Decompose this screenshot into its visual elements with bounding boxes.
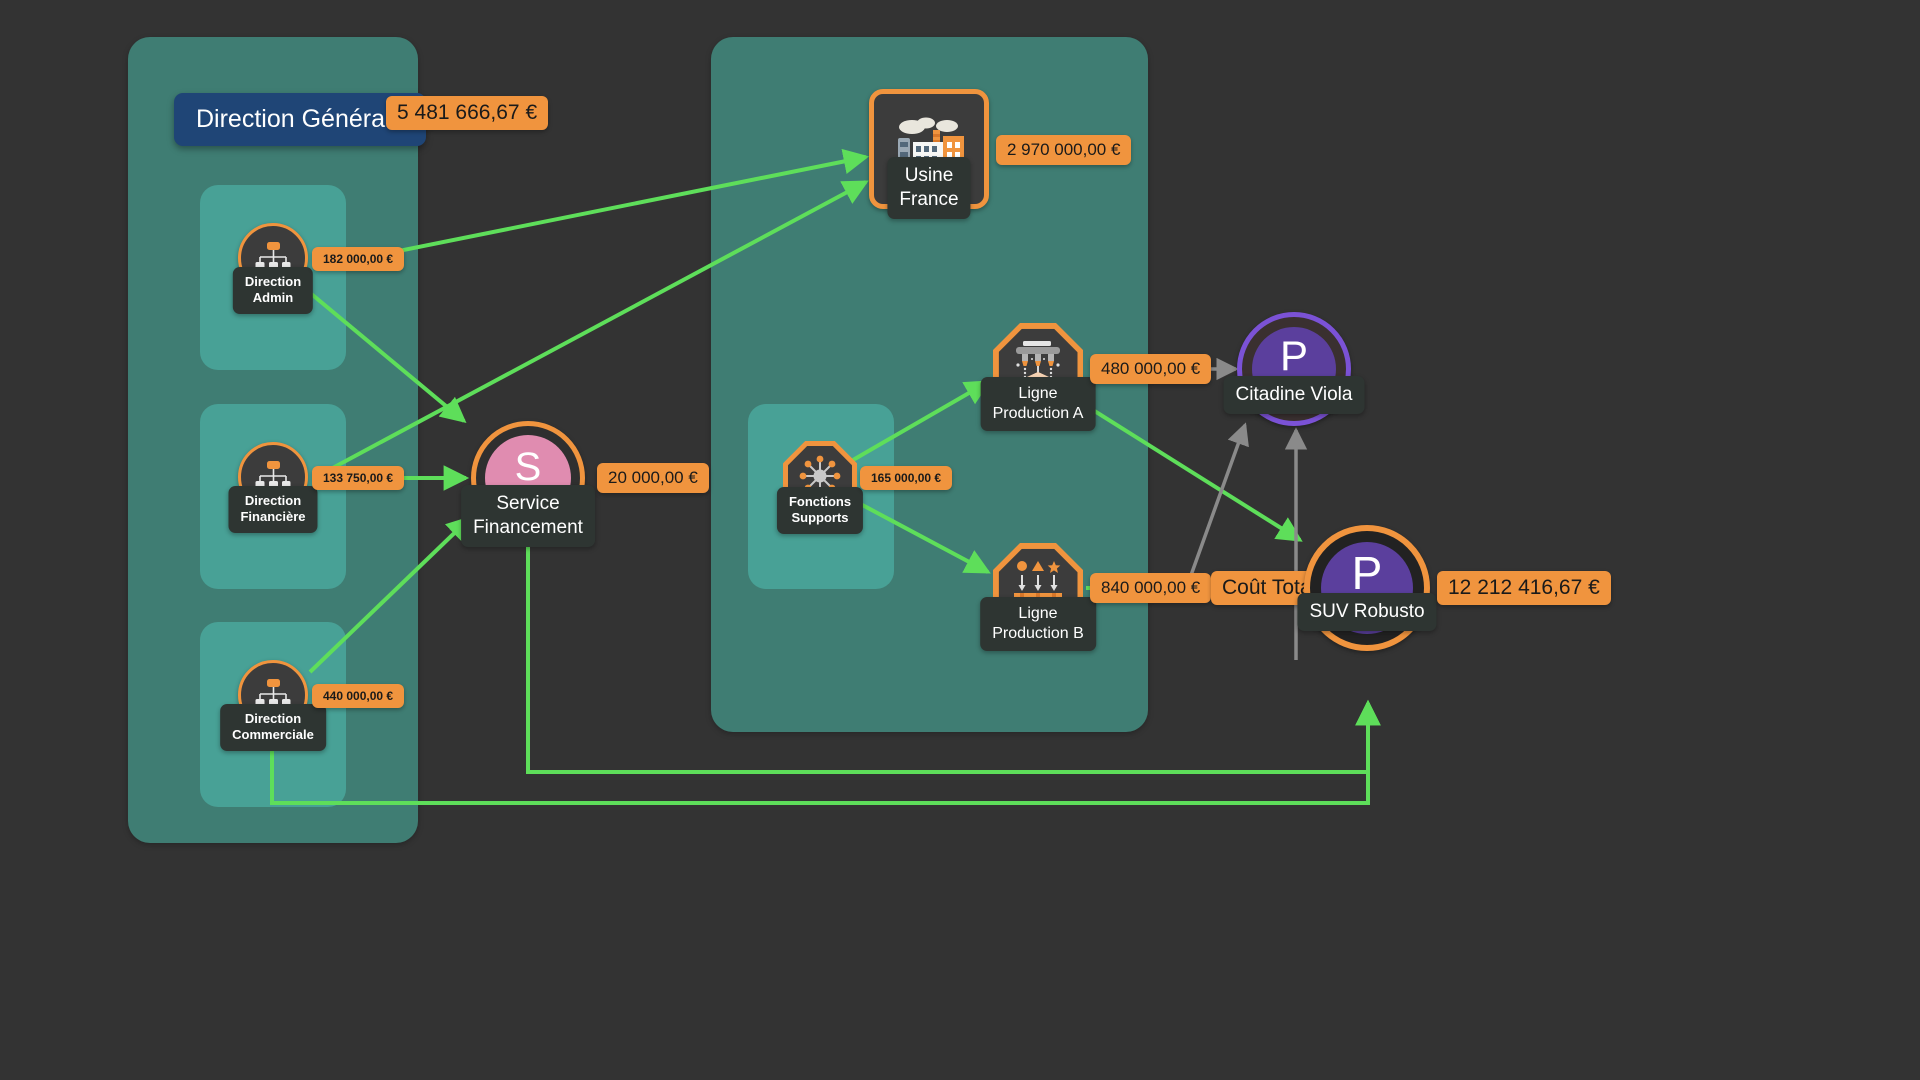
node-direction-commerciale[interactable]: Direction Commerciale <box>220 660 326 751</box>
label-line-1: Service <box>496 493 560 514</box>
label-line-2: Production A <box>992 405 1084 422</box>
node-usine-france-label: Usine France <box>887 157 971 219</box>
label-line-2: France <box>899 188 959 210</box>
node-suv-robusto[interactable]: P SUV Robusto <box>1297 525 1437 651</box>
node-ligne-production-a-label: Ligne Production A <box>980 377 1096 431</box>
label-line-1: Fonctions <box>788 494 852 509</box>
diagram-canvas: Direction Générale 5 481 666,67 € Direct… <box>0 0 1920 1080</box>
label-line-2: Admin <box>252 290 294 306</box>
label-line-2: Commerciale <box>232 727 314 743</box>
node-suv-robusto-label: SUV Robusto <box>1297 593 1437 631</box>
node-direction-admin-label: Direction Admin <box>232 267 314 314</box>
badge-ligne-production-b: 840 000,00 € <box>1090 573 1212 603</box>
badge-direction-financiere: 133 750,00 € <box>312 466 405 490</box>
label-line-1: Direction <box>244 274 302 289</box>
node-fonctions-supports[interactable]: Fonctions Supports <box>776 441 864 534</box>
label-line-1: Citadine Viola <box>1235 384 1353 405</box>
label-line-2: Financement <box>473 516 583 538</box>
label-line-1: Usine <box>904 165 954 186</box>
node-ligne-production-a[interactable]: Ligne Production A <box>980 323 1096 431</box>
label-line-1: Direction <box>244 711 302 726</box>
edge-ligneB-to-citadine <box>1188 422 1249 579</box>
label-line-1: Ligne <box>1018 605 1058 622</box>
node-direction-financiere[interactable]: Direction Financière <box>228 442 318 533</box>
badge-usine-france: 2 970 000,00 € <box>996 135 1132 165</box>
node-direction-financiere-label: Direction Financière <box>228 486 318 533</box>
badge-service-financement: 20 000,00 € <box>597 463 709 493</box>
badge-direction-admin: 182 000,00 € <box>312 247 405 271</box>
node-direction-admin[interactable]: Direction Admin <box>232 223 314 314</box>
label-line-1: Ligne <box>1018 385 1058 402</box>
badge-fonctions-supports: 165 000,00 € <box>860 466 953 490</box>
badge-direction-commerciale: 440 000,00 € <box>312 684 405 708</box>
node-fonctions-supports-label: Fonctions Supports <box>776 487 864 534</box>
node-citadine-viola-label: Citadine Viola <box>1223 376 1365 414</box>
title-total-badge: 5 481 666,67 € <box>386 96 549 130</box>
badge-suv-robusto: 12 212 416,67 € <box>1437 571 1611 605</box>
node-citadine-viola[interactable]: P Citadine Viola <box>1223 312 1365 426</box>
node-ligne-production-b-label: Ligne Production B <box>980 597 1096 651</box>
node-ligne-production-b[interactable]: Ligne Production B <box>980 543 1096 651</box>
label-line-1: Direction <box>244 493 302 508</box>
node-service-financement[interactable]: S Service Financement <box>461 421 595 547</box>
node-direction-commerciale-label: Direction Commerciale <box>220 704 326 751</box>
label-line-2: Financière <box>240 509 306 525</box>
label-line-1: SUV Robusto <box>1309 601 1425 622</box>
label-line-2: Production B <box>992 625 1084 642</box>
node-usine-france[interactable]: Usine France <box>869 89 989 219</box>
node-service-financement-label: Service Financement <box>461 485 595 547</box>
label-line-2: Supports <box>791 510 849 526</box>
badge-ligne-production-a: 480 000,00 € <box>1090 354 1212 384</box>
